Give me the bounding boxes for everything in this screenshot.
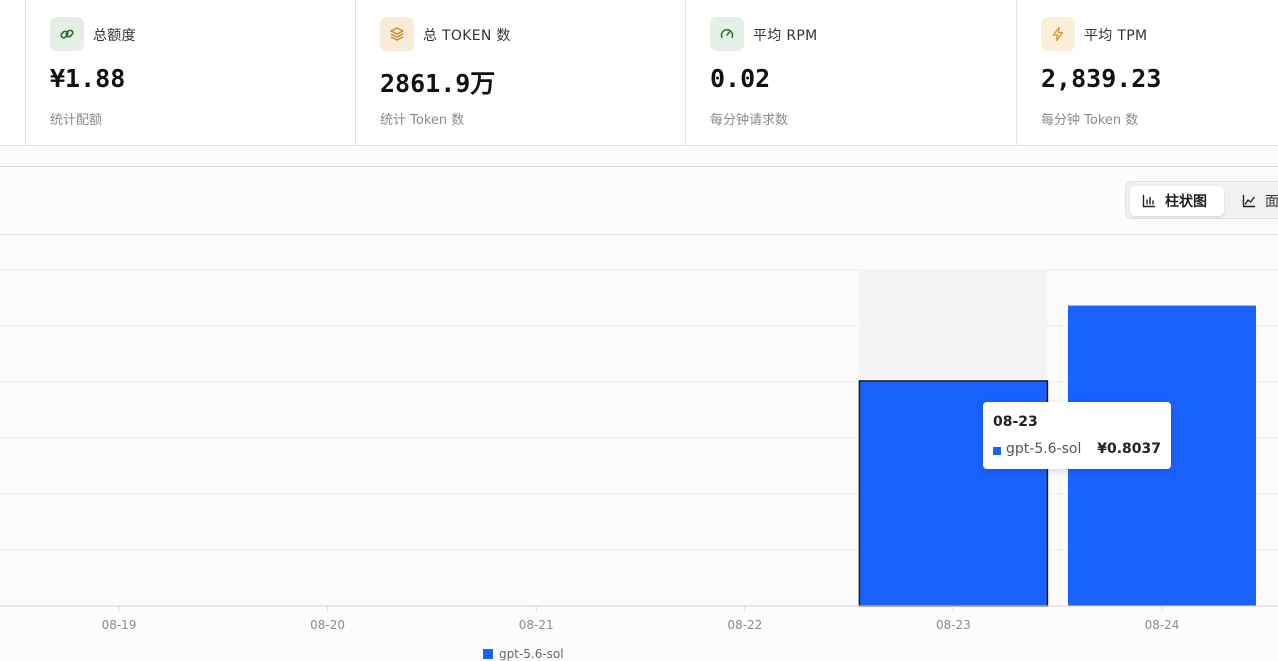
stat-label: 平均 RPM	[753, 28, 818, 44]
x-tick-label: 08-21	[519, 618, 554, 632]
stat-label: 总 TOKEN 数	[423, 28, 511, 44]
tooltip-value: ¥0.8037	[1097, 441, 1161, 457]
area-chart-icon	[1242, 194, 1256, 208]
stat-value: 0.02	[710, 64, 771, 93]
x-tick-label: 08-20	[310, 618, 345, 632]
link-icon	[50, 17, 84, 51]
stat-label: 总额度	[93, 28, 136, 44]
bolt-icon	[1041, 17, 1075, 51]
x-tick-label: 08-19	[102, 618, 137, 632]
bar-chart-label: 柱状图	[1165, 194, 1207, 210]
legend-label: gpt-5.6-sol	[499, 647, 564, 661]
stat-value: ¥1.88	[50, 64, 126, 93]
stat-label: 平均 TPM	[1084, 28, 1148, 44]
area-chart-button[interactable]: 面	[1234, 186, 1278, 216]
layers-icon	[380, 17, 414, 51]
stat-value: 2,839.23	[1041, 64, 1162, 93]
tooltip-series-name: gpt-5.6-sol	[1006, 441, 1082, 457]
stat-card-total-tokens: 总 TOKEN 数 2861.9万 统计 Token 数	[355, 0, 686, 146]
chart-type-toggle: 柱状图 面	[1125, 181, 1278, 219]
stat-card-total-quota: 总额度 ¥1.88 统计配额	[25, 0, 356, 146]
stat-value: 2861.9万	[380, 69, 496, 98]
area-chart-label: 面	[1265, 194, 1278, 210]
stat-subtitle: 每分钟请求数	[710, 113, 789, 128]
legend-marker	[483, 649, 493, 659]
x-tick-label: 08-22	[727, 618, 762, 632]
x-tick-label: 08-23	[936, 618, 971, 632]
stat-card-avg-rpm: 平均 RPM 0.02 每分钟请求数	[685, 0, 1017, 146]
chart-legend[interactable]: gpt-5.6-sol	[483, 647, 564, 661]
stat-subtitle: 统计 Token 数	[380, 113, 465, 128]
stat-subtitle: 统计配额	[50, 113, 103, 128]
gauge-icon	[710, 17, 744, 51]
chart-tooltip: 08-23 gpt-5.6-sol ¥0.8037	[983, 402, 1171, 469]
stat-subtitle: 每分钟 Token 数	[1041, 113, 1139, 128]
bar-chart-icon	[1142, 194, 1156, 208]
bar-chart-button[interactable]: 柱状图	[1130, 186, 1224, 216]
tooltip-series-marker	[993, 447, 1001, 455]
stats-row: 总额度 ¥1.88 统计配额 总 TOKEN 数 2861.9万 统计 Toke…	[0, 0, 1278, 146]
x-tick-label: 08-24	[1145, 618, 1180, 632]
stat-card-avg-tpm: 平均 TPM 2,839.23 每分钟 Token 数	[1016, 0, 1278, 146]
tooltip-title: 08-23	[993, 414, 1038, 430]
